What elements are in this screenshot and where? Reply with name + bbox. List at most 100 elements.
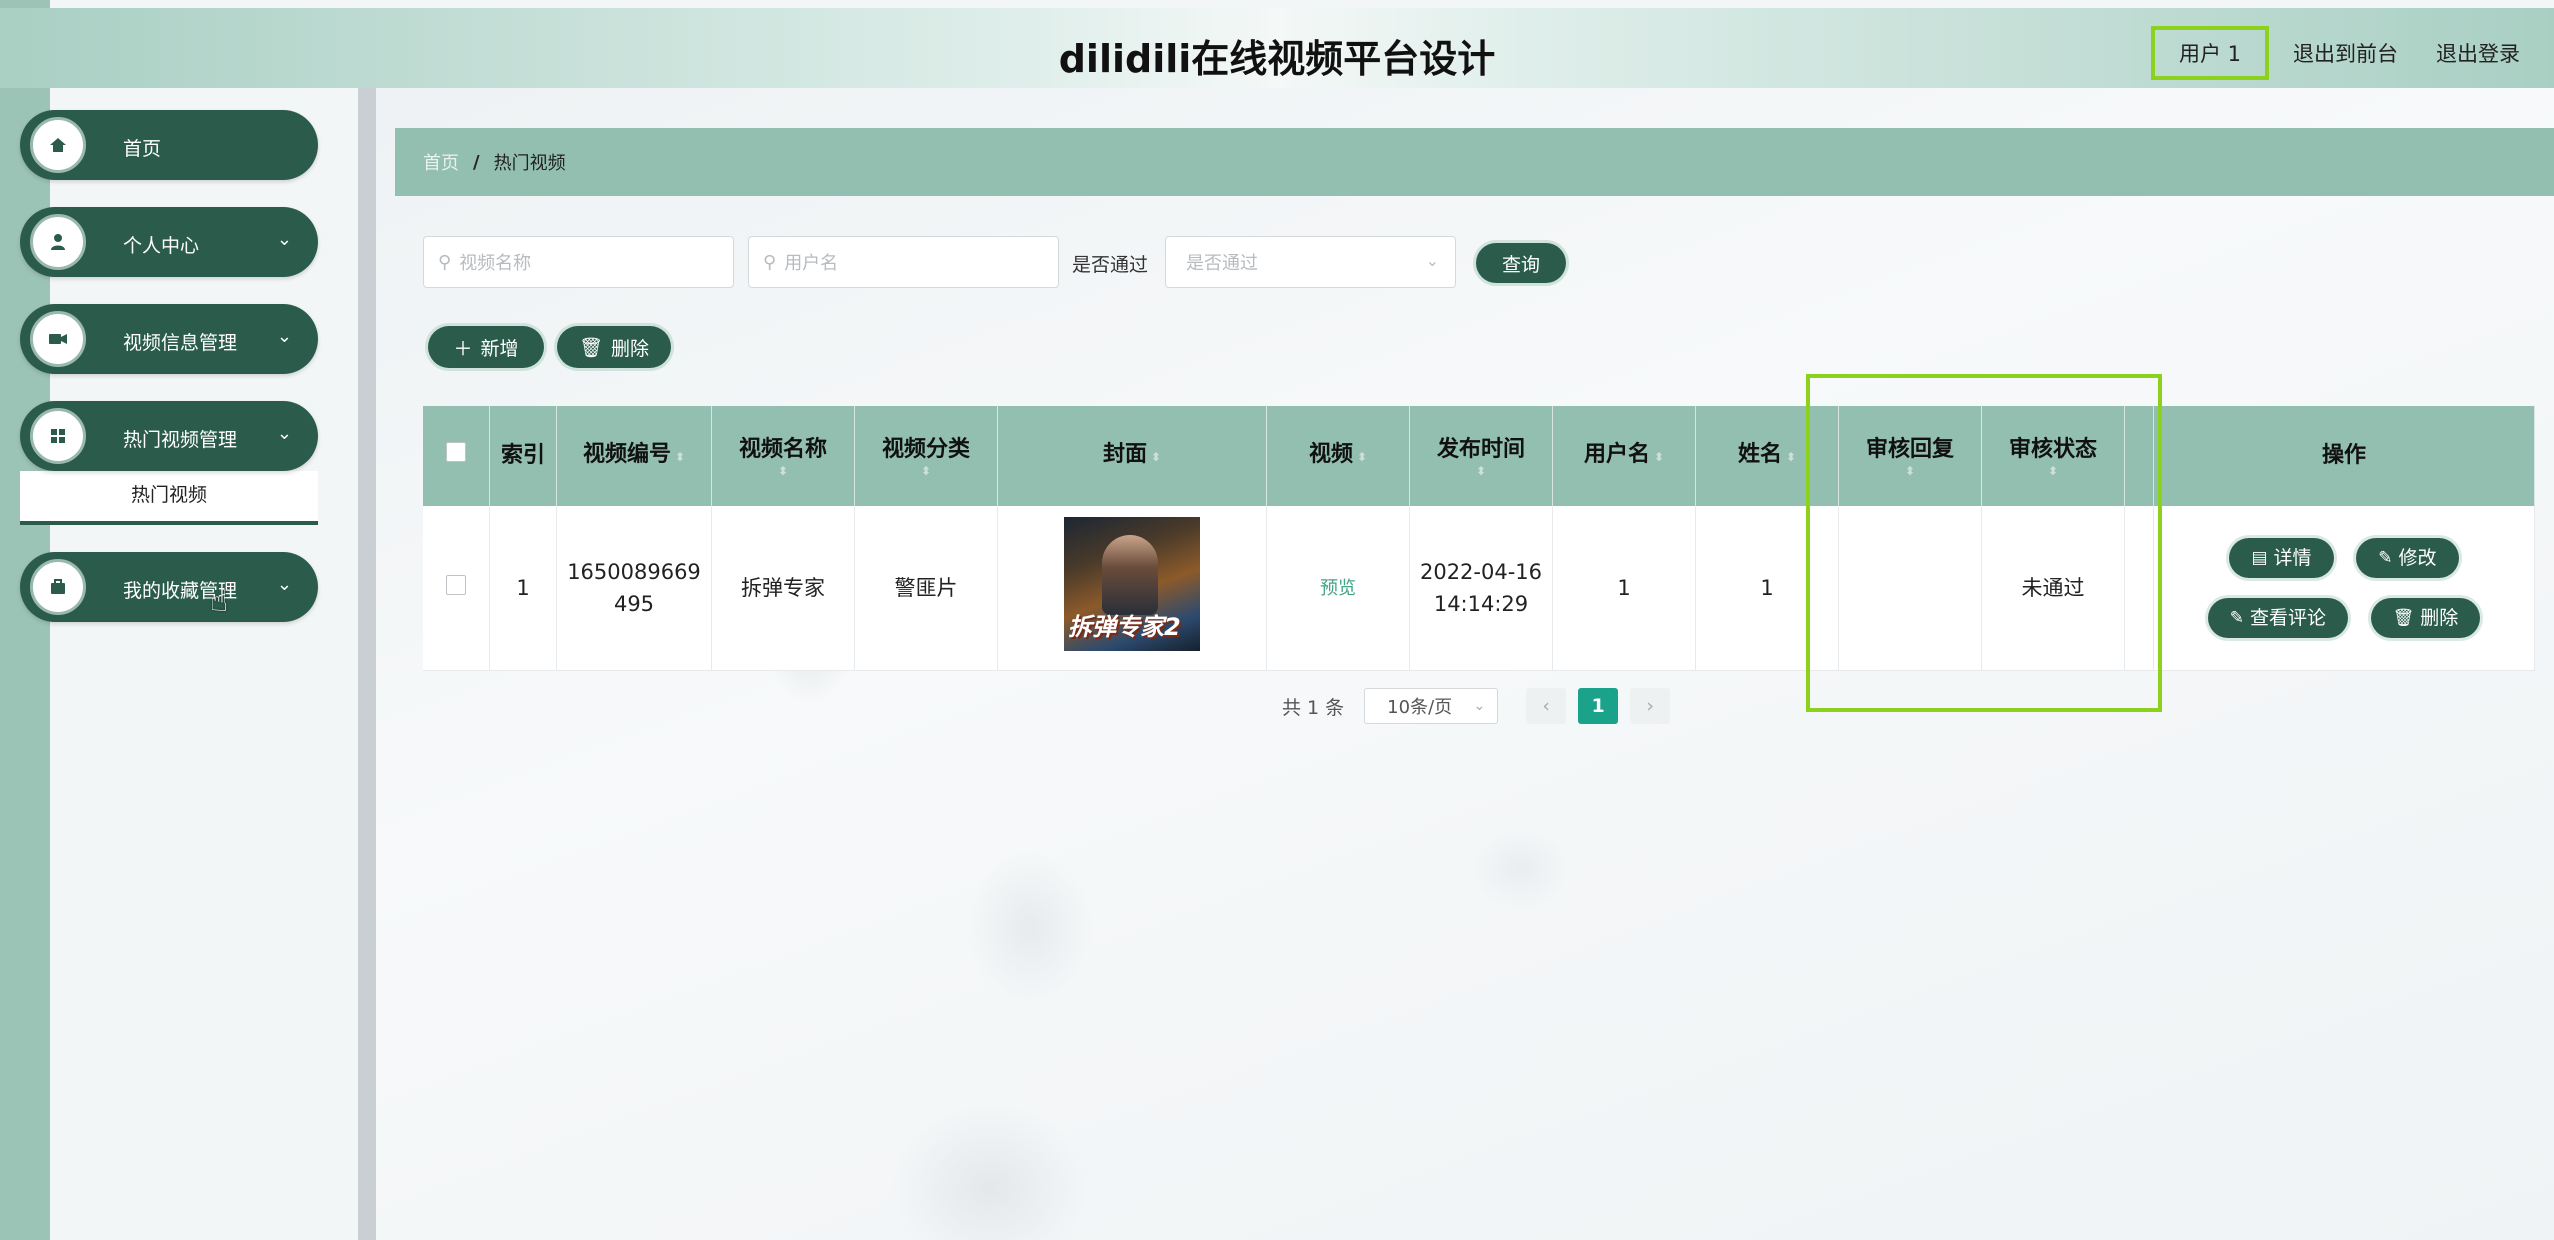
search-icon: ⚲: [763, 251, 777, 273]
header-name-label: 姓名: [1737, 442, 1782, 467]
detail-button[interactable]: ▤ 详情: [2229, 538, 2334, 578]
pencil-icon: ✎: [2378, 548, 2393, 568]
cover-image[interactable]: 拆弹专家2: [1064, 516, 1200, 651]
pencil-icon: ✎: [2229, 608, 2244, 628]
trash-icon: 🗑: [578, 336, 604, 359]
table-header-row: 索引 视频编号 ⬍ 视频名称 ⬍ 视频分类 ⬍ 封面 ⬍ 视频 ⬍ 发布时间 ⬍ 用户名 ⬍ …: [423, 406, 2535, 506]
chevron-down-icon: ⌄: [1473, 698, 1486, 714]
prev-page-button[interactable]: ‹: [1526, 688, 1567, 724]
sidebar-item-hot-video-management[interactable]: 热门视频管理 ⌄: [20, 401, 318, 471]
header-category-label: 视频分类: [881, 437, 970, 462]
header-video[interactable]: 视频 ⬍: [1266, 406, 1410, 506]
video-name-search-input[interactable]: ⚲ 视频名称: [423, 236, 734, 288]
sort-icon[interactable]: ⬍: [675, 450, 685, 464]
sidebar-subitem-hot-video[interactable]: 热门视频: [20, 471, 318, 525]
preview-link[interactable]: 预览: [1320, 578, 1356, 599]
header-actions: 操作: [2153, 406, 2535, 506]
username-search-input[interactable]: ⚲ 用户名: [748, 236, 1059, 288]
select-all-checkbox[interactable]: [446, 442, 466, 462]
header-actions-label: 操作: [2321, 443, 2366, 468]
chevron-right-icon: ›: [1646, 695, 1654, 717]
view-comments-button[interactable]: ✎ 查看评论: [2207, 598, 2348, 638]
cell-video-name: 拆弹专家: [711, 506, 855, 671]
chevron-down-icon: ⌄: [276, 574, 292, 595]
logout-link[interactable]: 退出登录: [2422, 38, 2534, 68]
page-size-select[interactable]: 10条/页 ⌄: [1364, 688, 1499, 724]
breadcrumb-home-link[interactable]: 首页: [423, 149, 459, 175]
sidebar-item-label: 首页: [123, 138, 162, 160]
sidebar: 首页 个人中心 ⌄ 视频信息管理 ⌄ 热门视频管理 ⌄ 热门视频 我的收藏管理 …: [20, 110, 320, 649]
current-user-button[interactable]: 用户 1: [2150, 26, 2269, 80]
sort-icon[interactable]: ⬍: [716, 465, 850, 477]
cell-actions: ▤ 详情 ✎ 修改 ✎ 查看评论 🗑 删除: [2153, 506, 2535, 671]
cell-video-no-text: 1650089669495: [567, 560, 701, 616]
header-video-no-label: 视频编号: [582, 442, 671, 467]
chevron-down-icon: ⌄: [276, 229, 292, 250]
row-delete-button[interactable]: 🗑 删除: [2370, 598, 2481, 638]
breadcrumb: 首页 / 热门视频: [395, 128, 2554, 196]
page-size-value: 10条/页: [1387, 697, 1453, 718]
video-icon: [30, 311, 86, 367]
briefcase-icon: [30, 559, 86, 615]
sidebar-item-personal-center[interactable]: 个人中心 ⌄: [20, 207, 318, 277]
document-icon: ▤: [2251, 548, 2268, 568]
cell-publish-time: 2022-04-16 14:14:29: [1409, 506, 1553, 671]
cell-cover: 拆弹专家2: [997, 506, 1267, 671]
chevron-left-icon: ‹: [1542, 695, 1550, 717]
sidebar-scrollbar[interactable]: [358, 88, 376, 1240]
search-icon: ⚲: [438, 251, 452, 273]
edit-button[interactable]: ✎ 修改: [2356, 538, 2459, 578]
chevron-down-icon: ⌄: [276, 326, 292, 347]
exit-to-front-link[interactable]: 退出到前台: [2279, 38, 2412, 68]
pagination: 共 1 条 10条/页 ⌄ ‹ 1 ›: [1282, 688, 1682, 724]
detail-button-label: 详情: [2273, 547, 2312, 569]
sort-icon[interactable]: ⬍: [1786, 450, 1796, 464]
sort-icon[interactable]: ⬍: [1151, 450, 1161, 464]
header-category[interactable]: 视频分类 ⬍: [854, 406, 998, 506]
cell-publish-time-text: 2022-04-16 14:14:29: [1419, 560, 1543, 616]
video-name-placeholder: 视频名称: [459, 253, 532, 274]
hand-cursor-icon: ☝: [210, 584, 229, 619]
passed-filter-label: 是否通过: [1072, 254, 1149, 276]
breadcrumb-current: 热门视频: [493, 153, 566, 174]
sort-icon[interactable]: ⬍: [859, 465, 993, 477]
header-username[interactable]: 用户名 ⬍: [1552, 406, 1696, 506]
header-cover-label: 封面: [1102, 442, 1147, 467]
chevron-down-icon: ⌄: [276, 423, 292, 444]
sort-icon[interactable]: ⬍: [1414, 465, 1548, 477]
cell-index: 1: [489, 506, 557, 671]
add-button-label: 新增: [480, 337, 519, 360]
next-page-button[interactable]: ›: [1630, 688, 1671, 724]
add-button[interactable]: ＋ 新增: [428, 326, 544, 368]
batch-delete-button[interactable]: 🗑 删除: [557, 326, 671, 368]
row-checkbox[interactable]: [446, 575, 466, 595]
header-index: 索引: [489, 406, 557, 506]
sort-icon[interactable]: ⬍: [1654, 450, 1664, 464]
sidebar-item-label: 个人中心: [123, 235, 200, 257]
pagination-total: 共 1 条: [1282, 696, 1345, 719]
sort-icon[interactable]: ⬍: [1357, 450, 1367, 464]
edit-button-label: 修改: [2398, 547, 2437, 569]
trash-icon: 🗑: [2392, 608, 2415, 628]
cell-video-no: 1650089669495: [556, 506, 712, 671]
passed-select[interactable]: 是否通过 ⌄: [1165, 236, 1456, 288]
cover-figure: [1102, 534, 1158, 615]
query-button[interactable]: 查询: [1476, 243, 1566, 283]
header-video-label: 视频: [1308, 442, 1353, 467]
header-index-label: 索引: [500, 443, 545, 468]
person-icon: [30, 214, 86, 270]
plus-icon: ＋: [453, 337, 473, 360]
header-cover[interactable]: 封面 ⬍: [997, 406, 1267, 506]
header-video-name[interactable]: 视频名称 ⬍: [711, 406, 855, 506]
page-number-button[interactable]: 1: [1578, 688, 1619, 724]
header-publish-time[interactable]: 发布时间 ⬍: [1409, 406, 1553, 506]
query-button-label: 查询: [1501, 253, 1540, 276]
view-comments-label: 查看评论: [2249, 607, 2326, 629]
sidebar-item-video-info[interactable]: 视频信息管理 ⌄: [20, 304, 318, 374]
cell-username: 1: [1552, 506, 1696, 671]
sidebar-item-home[interactable]: 首页: [20, 110, 318, 180]
cover-title: 拆弹专家2: [1068, 612, 1181, 641]
sidebar-item-my-favorites[interactable]: 我的收藏管理 ⌄: [20, 552, 318, 622]
header-video-no[interactable]: 视频编号 ⬍: [556, 406, 712, 506]
chevron-down-icon: ⌄: [1425, 251, 1439, 270]
